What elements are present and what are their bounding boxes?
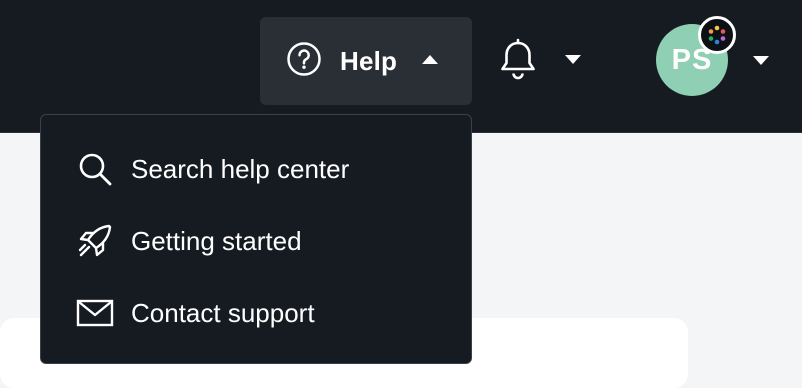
help-menu-button[interactable]: Help bbox=[260, 17, 472, 105]
menu-item-label: Getting started bbox=[131, 225, 302, 256]
menu-item-search-help-center[interactable]: Search help center bbox=[41, 133, 471, 205]
menu-item-getting-started[interactable]: Getting started bbox=[41, 205, 471, 277]
user-menu-button[interactable]: PS bbox=[656, 16, 776, 98]
search-icon bbox=[75, 149, 115, 189]
menu-item-label: Contact support bbox=[131, 297, 315, 328]
caret-up-icon bbox=[421, 52, 439, 70]
envelope-icon bbox=[75, 293, 115, 333]
rocket-icon bbox=[75, 221, 115, 261]
question-circle-icon bbox=[286, 41, 322, 82]
help-button-label: Help bbox=[340, 45, 398, 76]
help-dropdown-menu: Search help center Getting started Conta… bbox=[40, 114, 472, 364]
menu-item-label: Search help center bbox=[131, 153, 350, 184]
menu-item-contact-support[interactable]: Contact support bbox=[41, 277, 471, 349]
bell-icon bbox=[498, 38, 538, 87]
color-dots-icon bbox=[698, 16, 736, 54]
caret-down-icon bbox=[564, 53, 582, 71]
caret-down-icon bbox=[752, 54, 770, 72]
notifications-button[interactable] bbox=[498, 38, 590, 86]
